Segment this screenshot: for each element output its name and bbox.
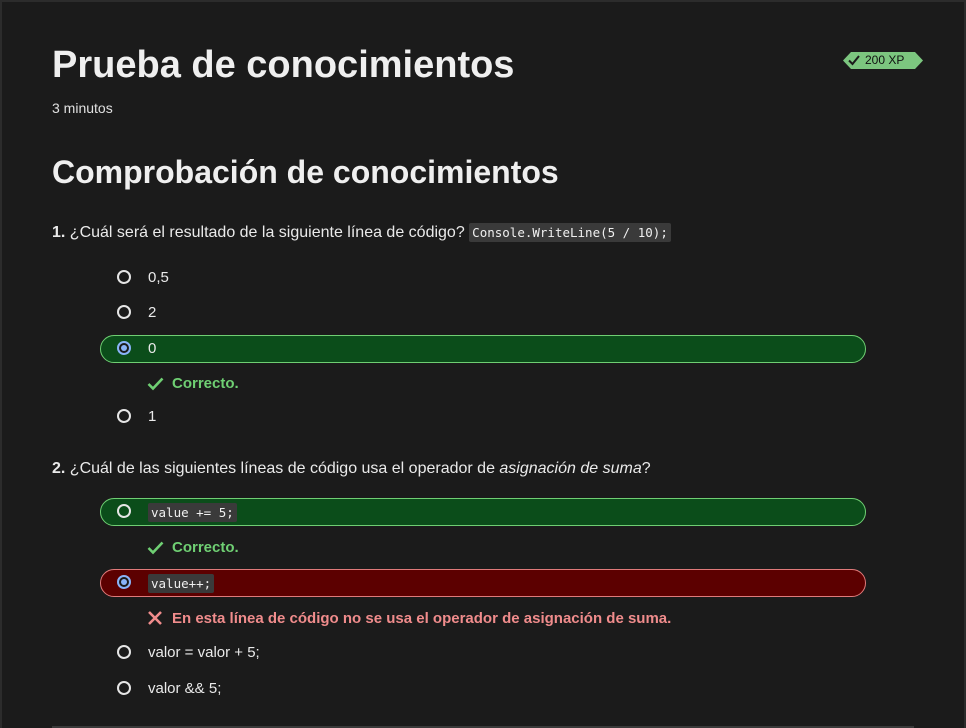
question-2: 2. ¿Cuál de las siguientes líneas de cód… — [52, 460, 651, 478]
option-label: 2 — [148, 304, 157, 321]
option-label: 0,5 — [148, 269, 169, 286]
checkmark-icon — [848, 55, 860, 66]
xp-label: 200 XP — [865, 53, 905, 67]
answer-option-correct[interactable]: value += 5; — [100, 498, 866, 526]
answer-option[interactable]: valor = valor + 5; — [100, 639, 866, 667]
xp-badge: 200 XP — [843, 52, 923, 69]
question-text: ¿Cuál de las siguientes líneas de código… — [69, 460, 500, 477]
checkmark-icon — [147, 541, 164, 555]
question-text-end: ? — [641, 460, 651, 477]
option-label: value += 5; — [148, 503, 237, 522]
duration-label: 3 minutos — [52, 100, 113, 116]
answer-option-correct[interactable]: 0 — [100, 335, 866, 363]
question-1: 1. ¿Cuál será el resultado de la siguien… — [52, 223, 671, 242]
option-label: value++; — [148, 574, 215, 593]
feedback-text: Correcto. — [172, 375, 239, 392]
answer-option[interactable]: 2 — [100, 299, 866, 327]
feedback-text: Correcto. — [172, 539, 239, 556]
question-number: 1. — [52, 224, 66, 241]
option-label: valor = valor + 5; — [148, 644, 260, 661]
radio-button-selected-icon[interactable] — [117, 575, 131, 589]
radio-button-icon[interactable] — [117, 504, 131, 518]
radio-button-icon[interactable] — [117, 305, 131, 319]
section-title: Comprobación de conocimientos — [52, 154, 559, 190]
option-code: value++; — [148, 574, 215, 593]
option-label: 1 — [148, 408, 157, 425]
answer-option[interactable]: 1 — [100, 403, 866, 431]
question-number: 2. — [52, 460, 66, 477]
radio-button-icon[interactable] — [117, 270, 131, 284]
radio-button-icon[interactable] — [117, 645, 131, 659]
x-mark-icon — [148, 611, 162, 625]
option-code: value += 5; — [148, 503, 237, 522]
radio-button-selected-icon[interactable] — [117, 341, 131, 355]
radio-button-icon[interactable] — [117, 681, 131, 695]
checkmark-icon — [147, 377, 164, 391]
answer-option[interactable]: valor && 5; — [100, 675, 866, 703]
feedback-text: En esta línea de código no se usa el ope… — [172, 610, 672, 627]
page-title: Prueba de conocimientos — [52, 44, 515, 86]
radio-button-icon[interactable] — [117, 409, 131, 423]
answer-option[interactable]: 0,5 — [100, 264, 866, 292]
question-text: ¿Cuál será el resultado de la siguiente … — [69, 224, 470, 241]
option-label: 0 — [148, 340, 157, 357]
question-emphasis: asignación de suma — [499, 460, 642, 477]
question-code: Console.WriteLine(5 / 10); — [469, 223, 671, 242]
answer-option-wrong[interactable]: value++; — [100, 569, 866, 597]
option-label: valor && 5; — [148, 680, 222, 697]
